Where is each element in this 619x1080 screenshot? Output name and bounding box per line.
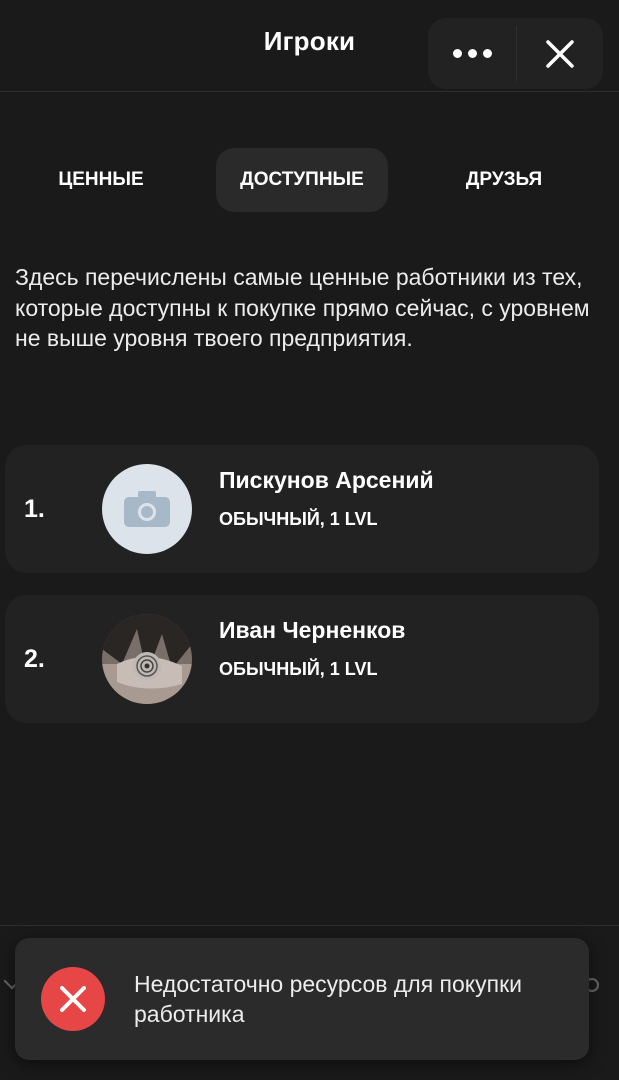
player-card[interactable]: 2. Иван Черненков ОБЫЧНЫЙ, 1 LVL: [5, 595, 599, 723]
player-rank: 1.: [24, 494, 45, 523]
avatar: [102, 464, 192, 554]
header: Игроки: [0, 0, 619, 92]
tab-valuable[interactable]: ЦЕННЫЕ: [30, 148, 172, 212]
description-text: Здесь перечислены самые ценные работники…: [15, 264, 590, 351]
more-dot-icon: [482, 49, 492, 58]
error-toast: Недостаточно ресурсов для покупки работн…: [15, 938, 589, 1060]
tab-available[interactable]: ДОСТУПНЫЕ: [216, 148, 388, 212]
player-name: Пискунов Арсений: [219, 467, 434, 493]
more-button[interactable]: [428, 18, 516, 89]
camera-placeholder-icon: [124, 491, 170, 527]
user-photo: [102, 614, 192, 704]
tab-bar: ЦЕННЫЕ ДОСТУПНЫЕ ДРУЗЬЯ: [0, 148, 619, 212]
more-dot-icon: [452, 49, 462, 58]
divider: [0, 925, 619, 926]
player-level: ОБЫЧНЫЙ, 1 LVL: [219, 509, 378, 529]
player-card[interactable]: 1. Пискунов Арсений ОБЫЧНЫЙ, 1 LVL: [5, 445, 599, 573]
avatar: [102, 614, 192, 704]
more-dot-icon: [467, 49, 477, 58]
player-name: Иван Черненков: [219, 617, 406, 643]
error-x-icon: [60, 986, 86, 1012]
tab-friends[interactable]: ДРУЗЬЯ: [430, 148, 578, 212]
header-actions: [428, 18, 603, 89]
players-screen: Игроки ЦЕННЫЕ ДОСТУПНЫЕ ДРУЗЬЯ Здесь пер…: [0, 0, 619, 1080]
close-icon: [546, 39, 574, 68]
error-icon: [41, 967, 105, 1031]
player-rank: 2.: [24, 644, 45, 673]
player-level: ОБЫЧНЫЙ, 1 LVL: [219, 659, 378, 679]
toast-message: Недостаточно ресурсов для покупки работн…: [134, 971, 522, 1027]
divider: [516, 26, 517, 81]
close-button[interactable]: [528, 28, 592, 79]
